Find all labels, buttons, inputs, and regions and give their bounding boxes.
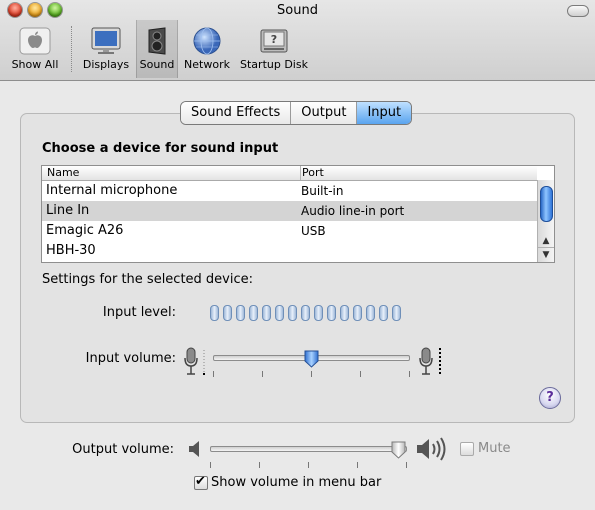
input-level-segment <box>314 305 323 321</box>
table-scrollbar[interactable]: ▲ ▼ <box>537 180 554 262</box>
slider-tick <box>308 462 309 468</box>
hard-disk-icon: ? <box>260 29 288 53</box>
settings-label: Settings for the selected device: <box>42 272 254 287</box>
device-heading: Choose a device for sound input <box>42 141 279 156</box>
toolbar-show-all[interactable]: Show All <box>4 20 66 78</box>
toolbar-toggle-button[interactable] <box>567 5 589 17</box>
input-level-label: Input level: <box>102 305 176 320</box>
device-port: USB <box>301 224 326 238</box>
device-port: Built-in <box>301 184 344 198</box>
tab-bar: Sound Effects Output Input <box>180 101 413 125</box>
input-level-segment <box>327 305 336 321</box>
toolbar-label-startup-disk: Startup Disk <box>240 58 308 71</box>
tab-sound-effects[interactable]: Sound Effects <box>181 102 292 124</box>
table-row[interactable]: Internal microphone Built-in <box>42 181 537 201</box>
toolbar-label-sound: Sound <box>139 58 175 71</box>
globe-icon <box>193 27 221 55</box>
output-volume-track[interactable] <box>210 446 407 452</box>
input-level-segment <box>249 305 258 321</box>
slider-tick <box>409 371 410 377</box>
input-level-segment <box>223 305 232 321</box>
column-header-port[interactable]: Port <box>300 166 324 180</box>
table-row-selected[interactable]: Line In Audio line-in port <box>42 201 537 221</box>
table-row[interactable]: HBH-30 <box>42 241 537 261</box>
input-level-segment <box>288 305 297 321</box>
speaker-low-icon <box>189 441 199 457</box>
mute-label: Mute <box>478 441 511 456</box>
slider-tick <box>262 371 263 377</box>
scroll-up-arrow-icon[interactable]: ▲ <box>538 234 554 248</box>
slider-tick <box>360 371 361 377</box>
input-level-segment <box>210 305 219 321</box>
toolbar-startup-disk[interactable]: ? Startup Disk <box>238 20 310 78</box>
microphone-low-icon <box>184 347 205 375</box>
toolbar-sound[interactable]: Sound <box>136 20 178 78</box>
slider-tick <box>259 462 260 468</box>
toolbar: Show All Displays Sound Network ? Startu… <box>0 20 595 80</box>
window-chrome: Sound Show All Displays Sound Network ? … <box>0 0 595 81</box>
table-row[interactable]: Emagic A26 USB <box>42 221 537 241</box>
slider-tick <box>357 462 358 468</box>
toolbar-label-show-all: Show All <box>11 58 59 71</box>
toolbar-network[interactable]: Network <box>180 20 234 78</box>
input-level-segment <box>366 305 375 321</box>
input-volume-slider-thumb[interactable] <box>304 350 319 368</box>
input-volume-label: Input volume: <box>85 351 176 366</box>
device-name: Internal microphone <box>46 183 178 198</box>
device-port: Audio line-in port <box>301 204 405 218</box>
speaker-high-icon <box>417 437 446 461</box>
speaker-icon <box>148 27 166 55</box>
column-header-name[interactable]: Name <box>47 166 79 180</box>
slider-tick <box>213 371 214 377</box>
device-table: Name Port Internal microphone Built-in L… <box>41 165 555 263</box>
input-level-segment <box>301 305 310 321</box>
input-volume-ticks <box>213 371 410 377</box>
output-volume-ticks <box>210 462 407 468</box>
tab-input[interactable]: Input <box>357 102 412 124</box>
display-icon <box>91 27 121 54</box>
toolbar-label-network: Network <box>184 58 230 71</box>
scrollbar-thumb[interactable] <box>540 186 553 222</box>
device-name: Emagic A26 <box>46 223 124 238</box>
table-header: Name Port <box>42 166 537 181</box>
input-level-segment <box>236 305 245 321</box>
input-level-segment <box>353 305 362 321</box>
input-level-segment <box>392 305 401 321</box>
show-volume-in-menu-bar-label: Show volume in menu bar <box>211 475 382 490</box>
slider-tick <box>311 371 312 377</box>
input-level-segment <box>262 305 271 321</box>
window-title: Sound <box>277 3 318 18</box>
show-volume-in-menu-bar-checkbox[interactable] <box>194 474 208 490</box>
input-level-segment <box>340 305 349 321</box>
slider-tick <box>210 462 211 468</box>
apple-icon <box>19 27 51 55</box>
output-volume-label: Output volume: <box>72 442 174 457</box>
toolbar-separator <box>71 26 72 72</box>
input-level-meter <box>210 305 401 321</box>
help-button[interactable]: ? <box>539 387 561 409</box>
slider-tick <box>406 462 407 468</box>
scroll-down-arrow-icon[interactable]: ▼ <box>538 247 554 262</box>
svg-text:?: ? <box>271 33 277 46</box>
input-level-segment <box>379 305 388 321</box>
input-level-segment <box>275 305 284 321</box>
toolbar-displays[interactable]: Displays <box>80 20 132 78</box>
device-name: Line In <box>46 203 90 218</box>
tab-output[interactable]: Output <box>291 102 358 124</box>
microphone-high-icon <box>419 347 441 376</box>
mute-checkbox[interactable] <box>460 442 474 456</box>
device-name: HBH-30 <box>46 243 96 258</box>
toolbar-label-displays: Displays <box>82 58 130 71</box>
output-volume-slider-thumb[interactable] <box>391 441 406 459</box>
